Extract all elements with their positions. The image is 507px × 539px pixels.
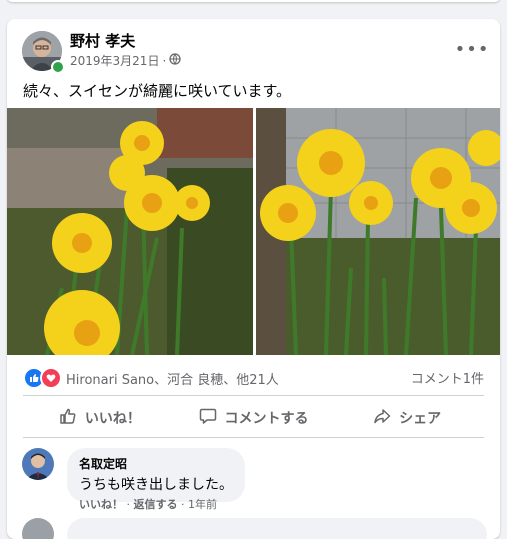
post-date[interactable]: 2019年3月21日 — [70, 52, 159, 69]
photo-grid — [7, 108, 500, 355]
share-label: シェア — [399, 411, 442, 427]
comment-count[interactable]: コメント1件 — [411, 368, 484, 387]
comment-button[interactable]: コメントする — [177, 400, 331, 436]
post-actions: いいね！ コメントする シェア — [23, 400, 484, 436]
post-author-name[interactable]: 野村 孝夫 — [70, 30, 135, 51]
globe-icon[interactable] — [169, 53, 181, 68]
meta-separator: · — [162, 53, 167, 68]
reaction-names[interactable]: Hironari Sano、河合 良穂、他21人 — [66, 369, 279, 388]
comment-label: コメントする — [224, 411, 309, 427]
more-options-button[interactable]: ••• — [455, 35, 489, 63]
post-meta: 2019年3月21日 · — [70, 52, 181, 69]
divider-top — [23, 395, 484, 396]
reaction-list[interactable]: Hironari Sano、河合 良穂、他21人 — [23, 367, 279, 389]
next-comment-bubble — [67, 518, 487, 539]
thumbs-up-icon — [59, 407, 77, 429]
comment-text: うちも咲き出しました。 — [79, 477, 233, 493]
post-header: 野村 孝夫 2019年3月21日 · ••• — [7, 19, 500, 81]
next-comment-item — [22, 518, 492, 539]
comment-separator: · — [126, 498, 131, 511]
love-icon — [40, 367, 62, 389]
comment-actions: いいね！ · 返信する · 1年前 — [79, 496, 217, 512]
comment-separator: · — [181, 498, 185, 511]
post-card: 野村 孝夫 2019年3月21日 · ••• 続々、スイセンが綺麗に咲いています… — [7, 19, 500, 539]
speech-bubble-icon — [199, 407, 217, 429]
post-text: 続々、スイセンが綺麗に咲いています。 — [23, 82, 292, 100]
commenter-name[interactable]: 名取定昭 — [79, 455, 233, 472]
share-arrow-icon — [373, 407, 391, 429]
reaction-summary: Hironari Sano、河合 良穂、他21人 コメント1件 — [7, 355, 500, 395]
comment-bubble: 名取定昭 うちも咲き出しました。 — [67, 448, 245, 502]
photo-daffodils-garden[interactable] — [7, 108, 253, 355]
like-label: いいね！ — [84, 411, 141, 427]
commenter-avatar[interactable] — [22, 448, 54, 480]
photo-daffodils-wall[interactable] — [256, 108, 500, 355]
like-button[interactable]: いいね！ — [23, 400, 177, 436]
next-commenter-avatar[interactable] — [22, 518, 54, 539]
share-button[interactable]: シェア — [330, 400, 484, 436]
online-status-dot — [51, 60, 65, 74]
divider-bottom — [23, 437, 484, 438]
comment-time[interactable]: 1年前 — [188, 498, 217, 511]
more-dots-icon: ••• — [454, 38, 490, 60]
comment-reply-button[interactable]: 返信する — [134, 498, 178, 511]
previous-post-card — [7, 0, 500, 2]
comment-like-button[interactable]: いいね！ — [79, 498, 123, 511]
